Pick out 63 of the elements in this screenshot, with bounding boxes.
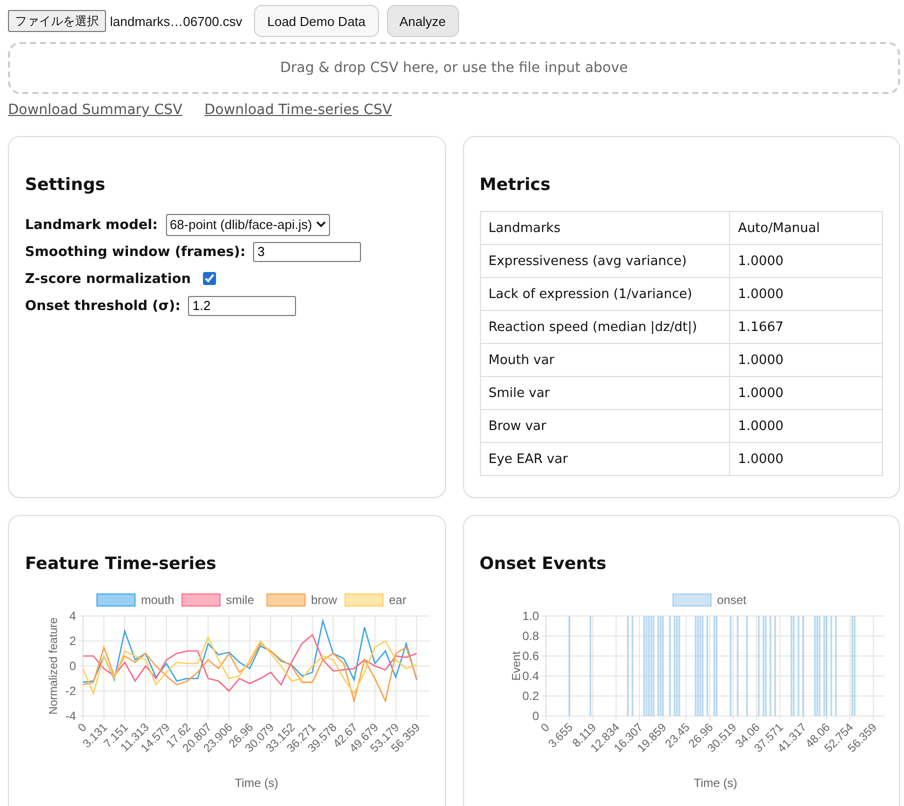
file-name: landmarks…06700.csv [110,14,242,28]
tick-label: 1.0 [522,609,538,623]
field-label: Landmark model: [25,216,158,232]
table-cell: 1.0000 [730,278,882,310]
table-cell: 1.0000 [730,442,882,476]
column-header: Landmarks [480,212,730,244]
table-cell: 1.0000 [730,344,882,376]
download-link[interactable]: Download Time-series CSV [204,102,392,122]
table-cell: Mouth var [480,344,730,376]
legend-swatch[interactable] [182,594,220,606]
table-cell: Brow var [480,410,730,442]
tick-label: 0.6 [522,649,538,663]
card-title: Onset Events [480,554,608,574]
axis-title: Event [510,651,522,681]
tick-label: 0 [76,722,90,735]
card-title: Feature Time-series [25,554,218,574]
legend-label: brow [311,593,338,607]
input-field[interactable]: 3 [253,242,362,262]
table-cell: Expressiveness (avg variance) [480,244,730,278]
table-cell: 1.0000 [730,244,882,278]
field-label: Smoothing window (frames): [25,244,246,260]
legend-swatch[interactable] [672,594,711,606]
table-cell: Eye EAR var [480,442,730,476]
table-cell: Reaction speed (median |dz/dt|) [480,310,730,344]
input-field[interactable]: 1.2 [188,296,296,316]
card-title: Settings [25,175,106,195]
table-cell: 1.0000 [730,376,882,410]
model-select[interactable]: 68-point (dlib/face-api.js) [166,214,330,236]
axis-title: Time (s) [693,776,737,790]
tick-label: 4 [69,609,76,623]
legend-label: smile [226,593,254,607]
download-link[interactable]: Download Summary CSV [8,102,182,122]
checkbox[interactable] [202,272,216,285]
tick-label: 0 [538,722,552,735]
tick-label: 0 [532,709,538,723]
legend-swatch[interactable] [96,594,136,606]
axis-title: Time (s) [234,776,278,790]
chevron-icon [316,221,326,228]
drop-zone[interactable]: Drag & drop CSV here, or use the file input above [8,42,900,94]
tick-label: -4 [65,709,76,723]
table-cell: 1.0000 [730,410,882,442]
file-choose-button[interactable]: ファイルを選択 [8,10,106,32]
field-label: Z-score normalization [25,270,191,286]
action-button[interactable]: Load Demo Data [254,5,379,37]
legend-label: ear [389,593,406,607]
field-label: Onset threshold (σ): [25,298,180,314]
table-cell: Lack of expression (1/variance) [480,278,730,310]
axis-title: Normalized feature [48,617,60,715]
legend-swatch[interactable] [266,594,306,606]
table-cell: Smile var [480,376,730,410]
tick-label: -2 [65,684,76,698]
action-button[interactable]: Analyze [386,5,459,37]
card-title: Metrics [480,175,552,195]
tick-label: 0.2 [522,689,538,703]
legend-label: mouth [141,593,174,607]
tick-label: 0.4 [522,669,538,683]
tick-label: 0.8 [522,629,538,643]
legend-swatch[interactable] [344,594,384,606]
tick-label: 2 [69,634,76,648]
column-header: Auto/Manual [730,212,882,244]
table-cell: 1.1667 [730,310,882,344]
tick-label: 0 [69,659,76,673]
legend-label: onset [716,593,746,607]
